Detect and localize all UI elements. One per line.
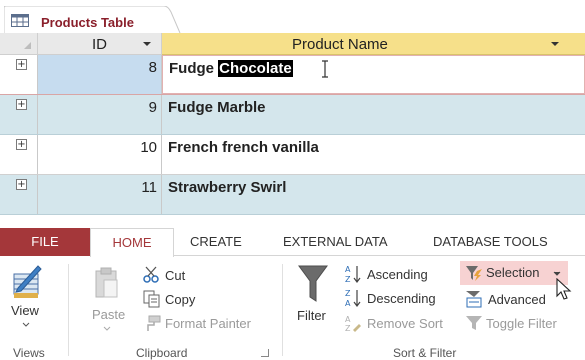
expand-subdatasheet-icon[interactable]: + xyxy=(16,59,27,70)
cell-product-name-value: Fudge Marble xyxy=(168,99,266,116)
table-row[interactable]: + 11 Strawberry Swirl xyxy=(0,175,585,215)
cell-id-value: 10 xyxy=(140,139,157,156)
cell-id[interactable]: 11 xyxy=(38,175,162,214)
copy-icon xyxy=(143,290,160,308)
selection-button-label: Selection xyxy=(486,265,540,280)
table-row[interactable]: + 9 Fudge Marble xyxy=(0,95,585,135)
column-header-id-label: ID xyxy=(92,36,107,53)
paste-icon xyxy=(95,267,118,298)
cell-product-name-value[interactable]: Fudge Chocolate xyxy=(169,60,293,77)
chevron-down-icon xyxy=(22,322,30,327)
datasheet-view: Products Table ID Product Name + 8 Fudge… xyxy=(0,0,585,215)
expand-subdatasheet-icon[interactable]: + xyxy=(16,179,27,190)
copy-button-label: Copy xyxy=(165,292,196,307)
advanced-filter-icon xyxy=(466,291,482,308)
svg-text:Z: Z xyxy=(345,289,351,298)
column-header-id[interactable]: ID xyxy=(38,33,162,55)
table-row[interactable]: + 10 French french vanilla xyxy=(0,135,585,175)
advanced-button-label: Advanced xyxy=(488,292,546,307)
svg-text:Z: Z xyxy=(345,324,351,332)
toggle-filter-icon xyxy=(466,316,482,330)
column-header-product-name[interactable]: Product Name xyxy=(162,33,585,55)
sort-filter-group-label: Sort & Filter xyxy=(393,346,457,360)
expand-subdatasheet-icon[interactable]: + xyxy=(16,99,27,110)
ascending-button-label: Ascending xyxy=(367,267,428,282)
cut-button-label: Cut xyxy=(165,268,186,283)
cell-id-value: 11 xyxy=(141,179,157,196)
tab-external-data[interactable]: EXTERNAL DATA xyxy=(283,234,388,249)
cell-id[interactable]: 10 xyxy=(38,135,162,174)
cell-product-name[interactable]: Strawberry Swirl xyxy=(162,175,585,214)
column-filter-dropdown-icon[interactable] xyxy=(143,42,151,46)
chevron-down-icon xyxy=(553,271,561,276)
row-selector[interactable]: + xyxy=(0,175,38,214)
format-painter-button-label: Format Painter xyxy=(165,316,251,331)
cell-id[interactable]: 9 xyxy=(38,95,162,134)
cell-product-name-value: French french vanilla xyxy=(168,139,319,156)
tab-home[interactable]: HOME xyxy=(90,228,174,257)
cell-product-name-editing[interactable]: Fudge Chocolate xyxy=(162,55,585,94)
sort-descending-icon: Z A xyxy=(345,289,361,308)
tab-create[interactable]: CREATE xyxy=(190,234,242,249)
column-header-product-name-label: Product Name xyxy=(292,36,388,53)
format-painter-icon xyxy=(147,315,161,331)
expand-subdatasheet-icon[interactable]: + xyxy=(16,139,27,150)
tab-database-tools[interactable]: DATABASE TOOLS xyxy=(433,234,548,249)
cell-text-unselected: Fudge xyxy=(169,60,219,77)
cell-product-name-value: Strawberry Swirl xyxy=(168,179,287,196)
filter-selection-icon xyxy=(466,266,482,281)
document-tab-products-table[interactable]: Products Table xyxy=(4,6,182,34)
group-divider xyxy=(68,264,69,356)
sort-ascending-icon: A Z xyxy=(345,265,361,284)
toggle-filter-button-label: Toggle Filter xyxy=(486,316,557,331)
clipboard-group-label: Clipboard xyxy=(136,346,188,360)
chevron-down-icon xyxy=(103,326,111,331)
cell-id[interactable]: 8 xyxy=(38,55,162,94)
table-row[interactable]: + 8 Fudge Chocolate xyxy=(0,55,585,95)
svg-text:A: A xyxy=(345,315,351,324)
row-selector[interactable]: + xyxy=(0,55,38,94)
row-selector[interactable]: + xyxy=(0,95,38,134)
clipboard-dialog-launcher-icon[interactable] xyxy=(261,349,269,357)
table-icon xyxy=(11,14,29,27)
descending-button-label: Descending xyxy=(367,291,436,306)
mouse-pointer-icon xyxy=(556,278,572,300)
svg-text:A: A xyxy=(345,265,351,274)
column-header-row: ID Product Name xyxy=(0,33,585,55)
views-group-label: Views xyxy=(13,346,45,360)
cell-id-value: 8 xyxy=(148,59,157,76)
scissors-icon xyxy=(143,266,159,283)
selection-button[interactable]: Selection xyxy=(460,261,568,285)
row-selector[interactable]: + xyxy=(0,135,38,174)
view-button-label: View xyxy=(11,303,39,318)
ribbon: FILE HOME CREATE EXTERNAL DATA DATABASE … xyxy=(0,228,585,360)
remove-sort-button-label: Remove Sort xyxy=(367,316,443,331)
remove-sort-icon: A Z xyxy=(345,315,361,332)
svg-text:A: A xyxy=(345,299,351,308)
text-cursor-ibeam-icon xyxy=(322,60,328,78)
design-view-icon xyxy=(13,265,42,298)
cell-id-value: 9 xyxy=(148,99,157,116)
document-tab-label: Products Table xyxy=(41,15,134,30)
tab-file[interactable]: FILE xyxy=(0,228,90,256)
svg-text:Z: Z xyxy=(345,275,351,284)
select-all-corner[interactable] xyxy=(0,33,38,55)
cell-product-name[interactable]: French french vanilla xyxy=(162,135,585,174)
ribbon-tab-bar: FILE HOME CREATE EXTERNAL DATA DATABASE … xyxy=(0,228,585,257)
filter-button-label: Filter xyxy=(297,308,326,323)
paste-button-label: Paste xyxy=(92,307,126,322)
column-filter-dropdown-icon[interactable] xyxy=(551,42,559,46)
selected-text[interactable]: Chocolate xyxy=(218,60,293,77)
group-divider xyxy=(282,264,283,356)
cell-product-name[interactable]: Fudge Marble xyxy=(162,95,585,134)
funnel-icon xyxy=(298,265,328,302)
